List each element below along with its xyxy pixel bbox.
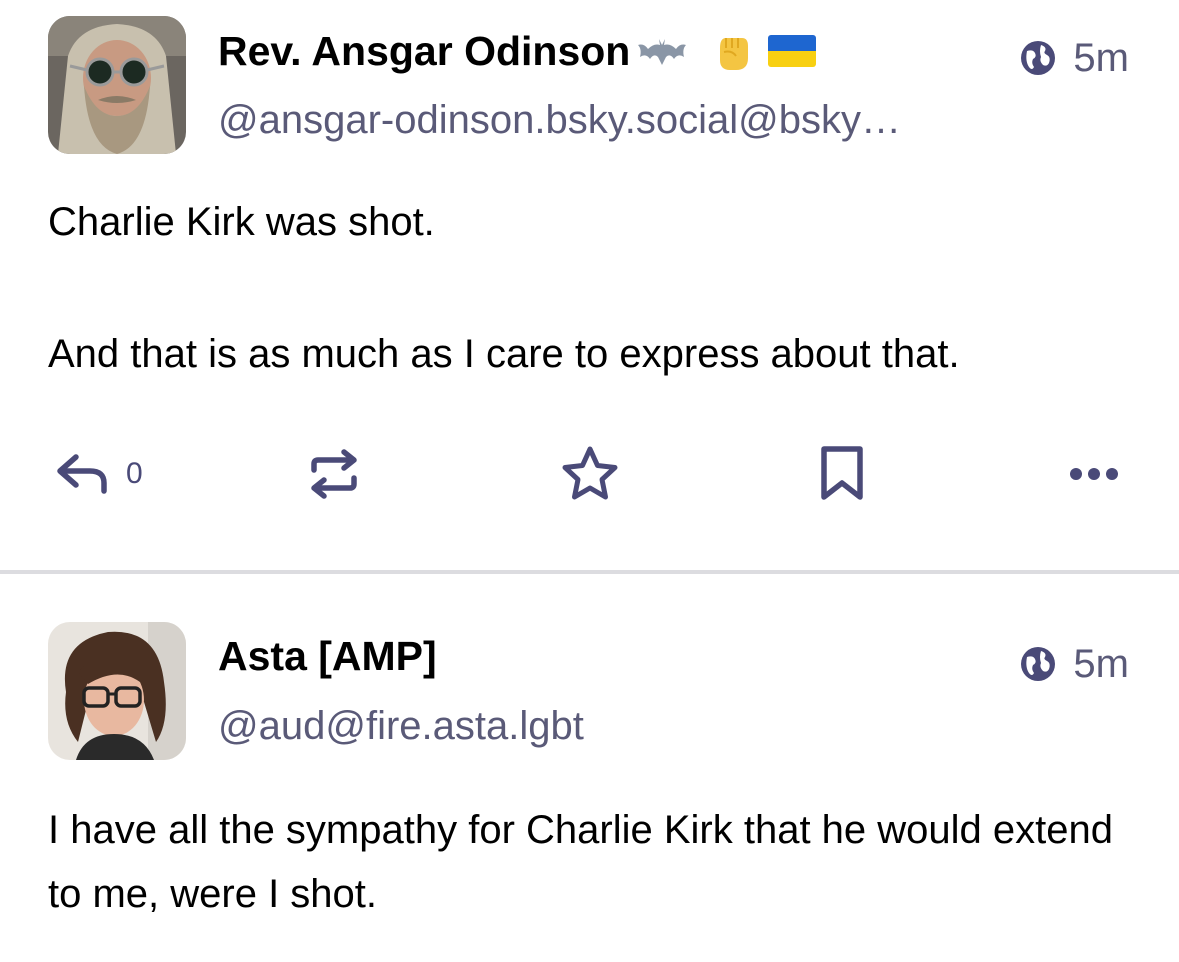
reply-button[interactable]: 0 <box>54 438 143 510</box>
display-name: Asta [AMP] <box>218 633 437 679</box>
raised-fist-icon <box>710 28 756 74</box>
boost-icon <box>311 449 357 499</box>
post-time: 5m <box>1073 36 1129 80</box>
reply-icon <box>57 454 107 494</box>
bat-icon <box>636 35 688 67</box>
post-meta[interactable]: 5m <box>1019 38 1129 78</box>
post-content: Charlie Kirk was shot. And that is as mu… <box>48 190 1138 386</box>
ukraine-flag-icon <box>768 35 817 67</box>
status-post[interactable]: Asta [AMP] @aud@fire.asta.lgbt 5m I have… <box>0 574 1179 962</box>
avatar[interactable] <box>48 16 186 154</box>
globe-icon <box>1021 647 1056 681</box>
bookmark-icon <box>821 446 863 500</box>
display-name-row[interactable]: Asta [AMP] <box>218 636 437 677</box>
account-handle[interactable]: @ansgar-odinson.bsky.social@bsky… <box>218 100 901 140</box>
display-name: Rev. Ansgar Odinson <box>218 27 631 74</box>
status-post[interactable]: Rev. Ansgar Odinson @ansgar-odinson.bsky… <box>0 0 1179 572</box>
post-actions: 0 <box>0 438 1179 510</box>
post-meta[interactable]: 5m <box>1019 644 1129 684</box>
reply-count: 0 <box>126 457 143 490</box>
post-content: I have all the sympathy for Charlie Kirk… <box>48 798 1138 926</box>
account-handle[interactable]: @aud@fire.asta.lgbt <box>218 706 584 746</box>
star-icon <box>562 446 618 500</box>
boost-button[interactable] <box>306 438 362 510</box>
favourite-button[interactable] <box>560 438 620 510</box>
display-name-row[interactable]: Rev. Ansgar Odinson <box>218 27 817 74</box>
post-text: Charlie Kirk was shot. <box>48 200 435 244</box>
post-time: 5m <box>1073 642 1129 686</box>
avatar[interactable] <box>48 622 186 760</box>
more-options-button[interactable] <box>1068 438 1120 510</box>
post-text: I have all the sympathy for Charlie Kirk… <box>48 808 1113 916</box>
bookmark-button[interactable] <box>818 438 866 510</box>
post-text: And that is as much as I care to express… <box>48 332 960 376</box>
globe-icon <box>1021 41 1056 75</box>
ellipsis-icon <box>1070 468 1118 480</box>
